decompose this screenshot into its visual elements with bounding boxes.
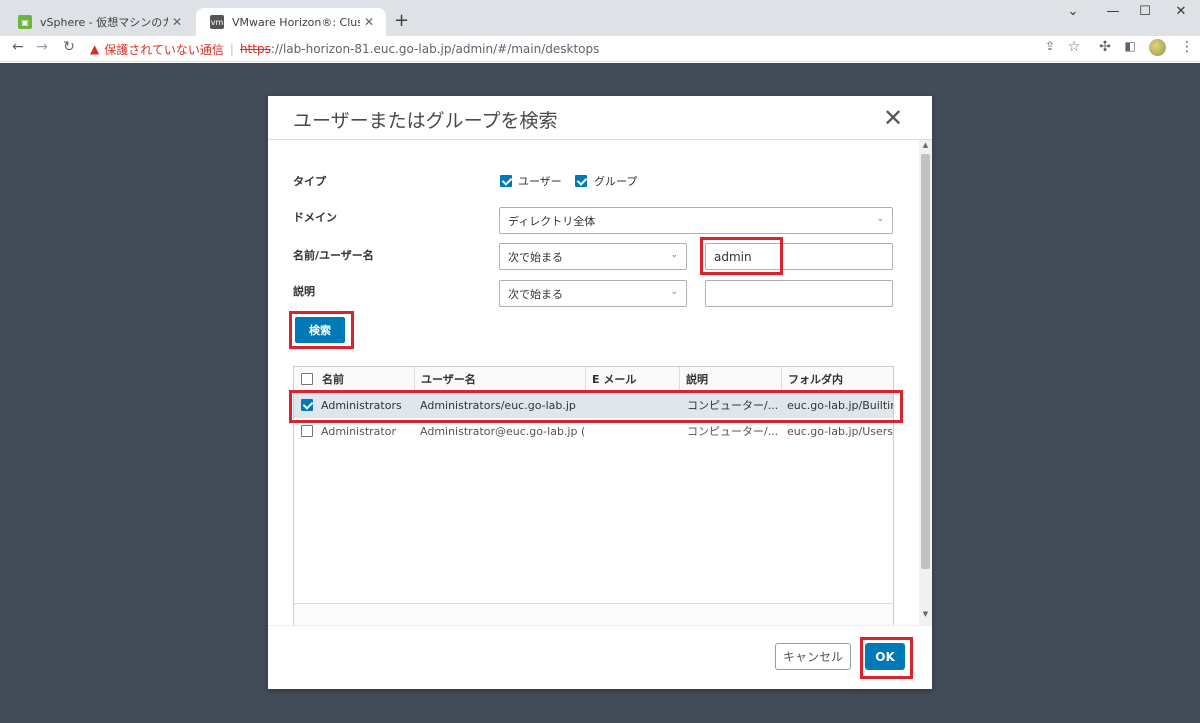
extensions-icon[interactable]: ✣ xyxy=(1095,39,1115,55)
divider: | xyxy=(229,42,234,56)
type-user-label: ユーザー xyxy=(518,175,562,188)
chevron-down-icon: ⌄ xyxy=(670,287,678,297)
description-label: 説明 xyxy=(293,285,315,298)
column-name[interactable]: 名前 xyxy=(316,367,414,391)
profile-avatar[interactable] xyxy=(1149,39,1166,56)
highlight-box xyxy=(860,637,913,679)
new-tab-icon[interactable]: + xyxy=(394,10,409,31)
column-username[interactable]: ユーザー名 xyxy=(414,367,585,391)
row-checkbox[interactable] xyxy=(301,425,313,437)
column-folder[interactable]: フォルダ内 xyxy=(781,367,893,391)
domain-select-value: ディレクトリ全体 xyxy=(508,214,596,228)
scrollbar-thumb[interactable] xyxy=(921,154,930,569)
back-icon[interactable]: ← xyxy=(8,39,28,55)
reload-icon[interactable]: ↻ xyxy=(59,39,79,55)
browser-tab-vsphere[interactable]: ▣ vSphere - 仮想マシンのカスタマイズ仕様 ✕ xyxy=(4,8,194,36)
divider xyxy=(268,139,932,140)
column-email[interactable]: E メール xyxy=(585,367,679,391)
highlight-box xyxy=(289,390,903,423)
maximize-icon[interactable]: ☐ xyxy=(1130,4,1160,19)
vsphere-icon: ▣ xyxy=(18,15,32,29)
forward-icon[interactable]: → xyxy=(32,39,52,55)
minimize-icon[interactable]: — xyxy=(1098,4,1128,19)
close-tab-icon[interactable]: ✕ xyxy=(360,15,378,29)
description-input[interactable] xyxy=(705,280,893,307)
domain-label: ドメイン xyxy=(293,211,337,224)
highlight-box xyxy=(700,237,783,275)
dialog-title: ユーザーまたはグループを検索 xyxy=(293,110,558,132)
url-text: ://lab-horizon-81.euc.go-lab.jp/admin/#/… xyxy=(270,42,600,56)
highlight-box xyxy=(289,311,354,349)
divider xyxy=(268,625,932,626)
browser-tab-horizon[interactable]: vm VMware Horizon®: Cluster-LAB-H ✕ xyxy=(196,8,386,36)
type-label: タイプ xyxy=(293,175,326,188)
window-close-icon[interactable]: ✕ xyxy=(1166,4,1196,19)
name-label: 名前/ユーザー名 xyxy=(293,249,374,262)
address-bar[interactable]: ▲ 保護されていない通信 | https ://lab-horizon-81.e… xyxy=(90,38,1000,60)
dialog-scrollbar[interactable]: ▲ ▼ xyxy=(919,140,932,625)
bookmark-star-icon[interactable]: ☆ xyxy=(1064,39,1084,55)
description-match-value: 次で始まる xyxy=(508,287,563,301)
tab-title: VMware Horizon®: Cluster-LAB-H xyxy=(232,15,360,29)
type-group-checkbox[interactable] xyxy=(575,175,587,187)
description-match-select[interactable]: 次で始まる ⌄ xyxy=(499,280,687,307)
grid-header: 名前 ユーザー名 E メール 説明 フォルダ内 xyxy=(294,367,893,391)
name-match-select[interactable]: 次で始まる ⌄ xyxy=(499,243,687,270)
chevron-down-icon: ⌄ xyxy=(876,214,884,224)
name-match-value: 次で始まる xyxy=(508,250,563,264)
scroll-up-icon[interactable]: ▲ xyxy=(919,141,932,149)
search-users-groups-dialog: ユーザーまたはグループを検索 ✕ ▲ ▼ タイプ ユーザー グループ ドメイン … xyxy=(268,96,932,689)
type-user-checkbox[interactable] xyxy=(500,175,512,187)
tab-title: vSphere - 仮想マシンのカスタマイズ仕様 xyxy=(40,16,168,29)
vmware-icon: vm xyxy=(210,15,224,29)
select-all-checkbox[interactable] xyxy=(301,373,313,385)
share-icon[interactable]: ⇪ xyxy=(1040,39,1060,53)
browser-toolbar: ← → ↻ ▲ 保護されていない通信 | https ://lab-horizo… xyxy=(0,36,1200,62)
close-icon[interactable]: ✕ xyxy=(883,104,903,132)
close-tab-icon[interactable]: ✕ xyxy=(168,15,186,29)
browser-tabstrip: ▣ vSphere - 仮想マシンのカスタマイズ仕様 ✕ vm VMware H… xyxy=(0,0,1200,36)
chevron-down-icon: ⌄ xyxy=(670,250,678,260)
security-label: 保護されていない通信 xyxy=(104,42,224,57)
domain-select[interactable]: ディレクトリ全体 ⌄ xyxy=(499,207,893,234)
grid-footer xyxy=(294,603,893,625)
scroll-down-icon[interactable]: ▼ xyxy=(919,610,932,618)
column-description[interactable]: 説明 xyxy=(679,367,781,391)
type-group-label: グループ xyxy=(594,175,638,188)
url-scheme: https xyxy=(239,42,271,56)
warning-icon: ▲ xyxy=(90,42,100,56)
side-panel-icon[interactable]: ◧ xyxy=(1120,39,1140,53)
menu-icon[interactable]: ⋮ xyxy=(1177,39,1197,55)
cancel-button[interactable]: キャンセル xyxy=(775,643,851,670)
tab-search-icon[interactable]: ⌄ xyxy=(1058,4,1088,19)
